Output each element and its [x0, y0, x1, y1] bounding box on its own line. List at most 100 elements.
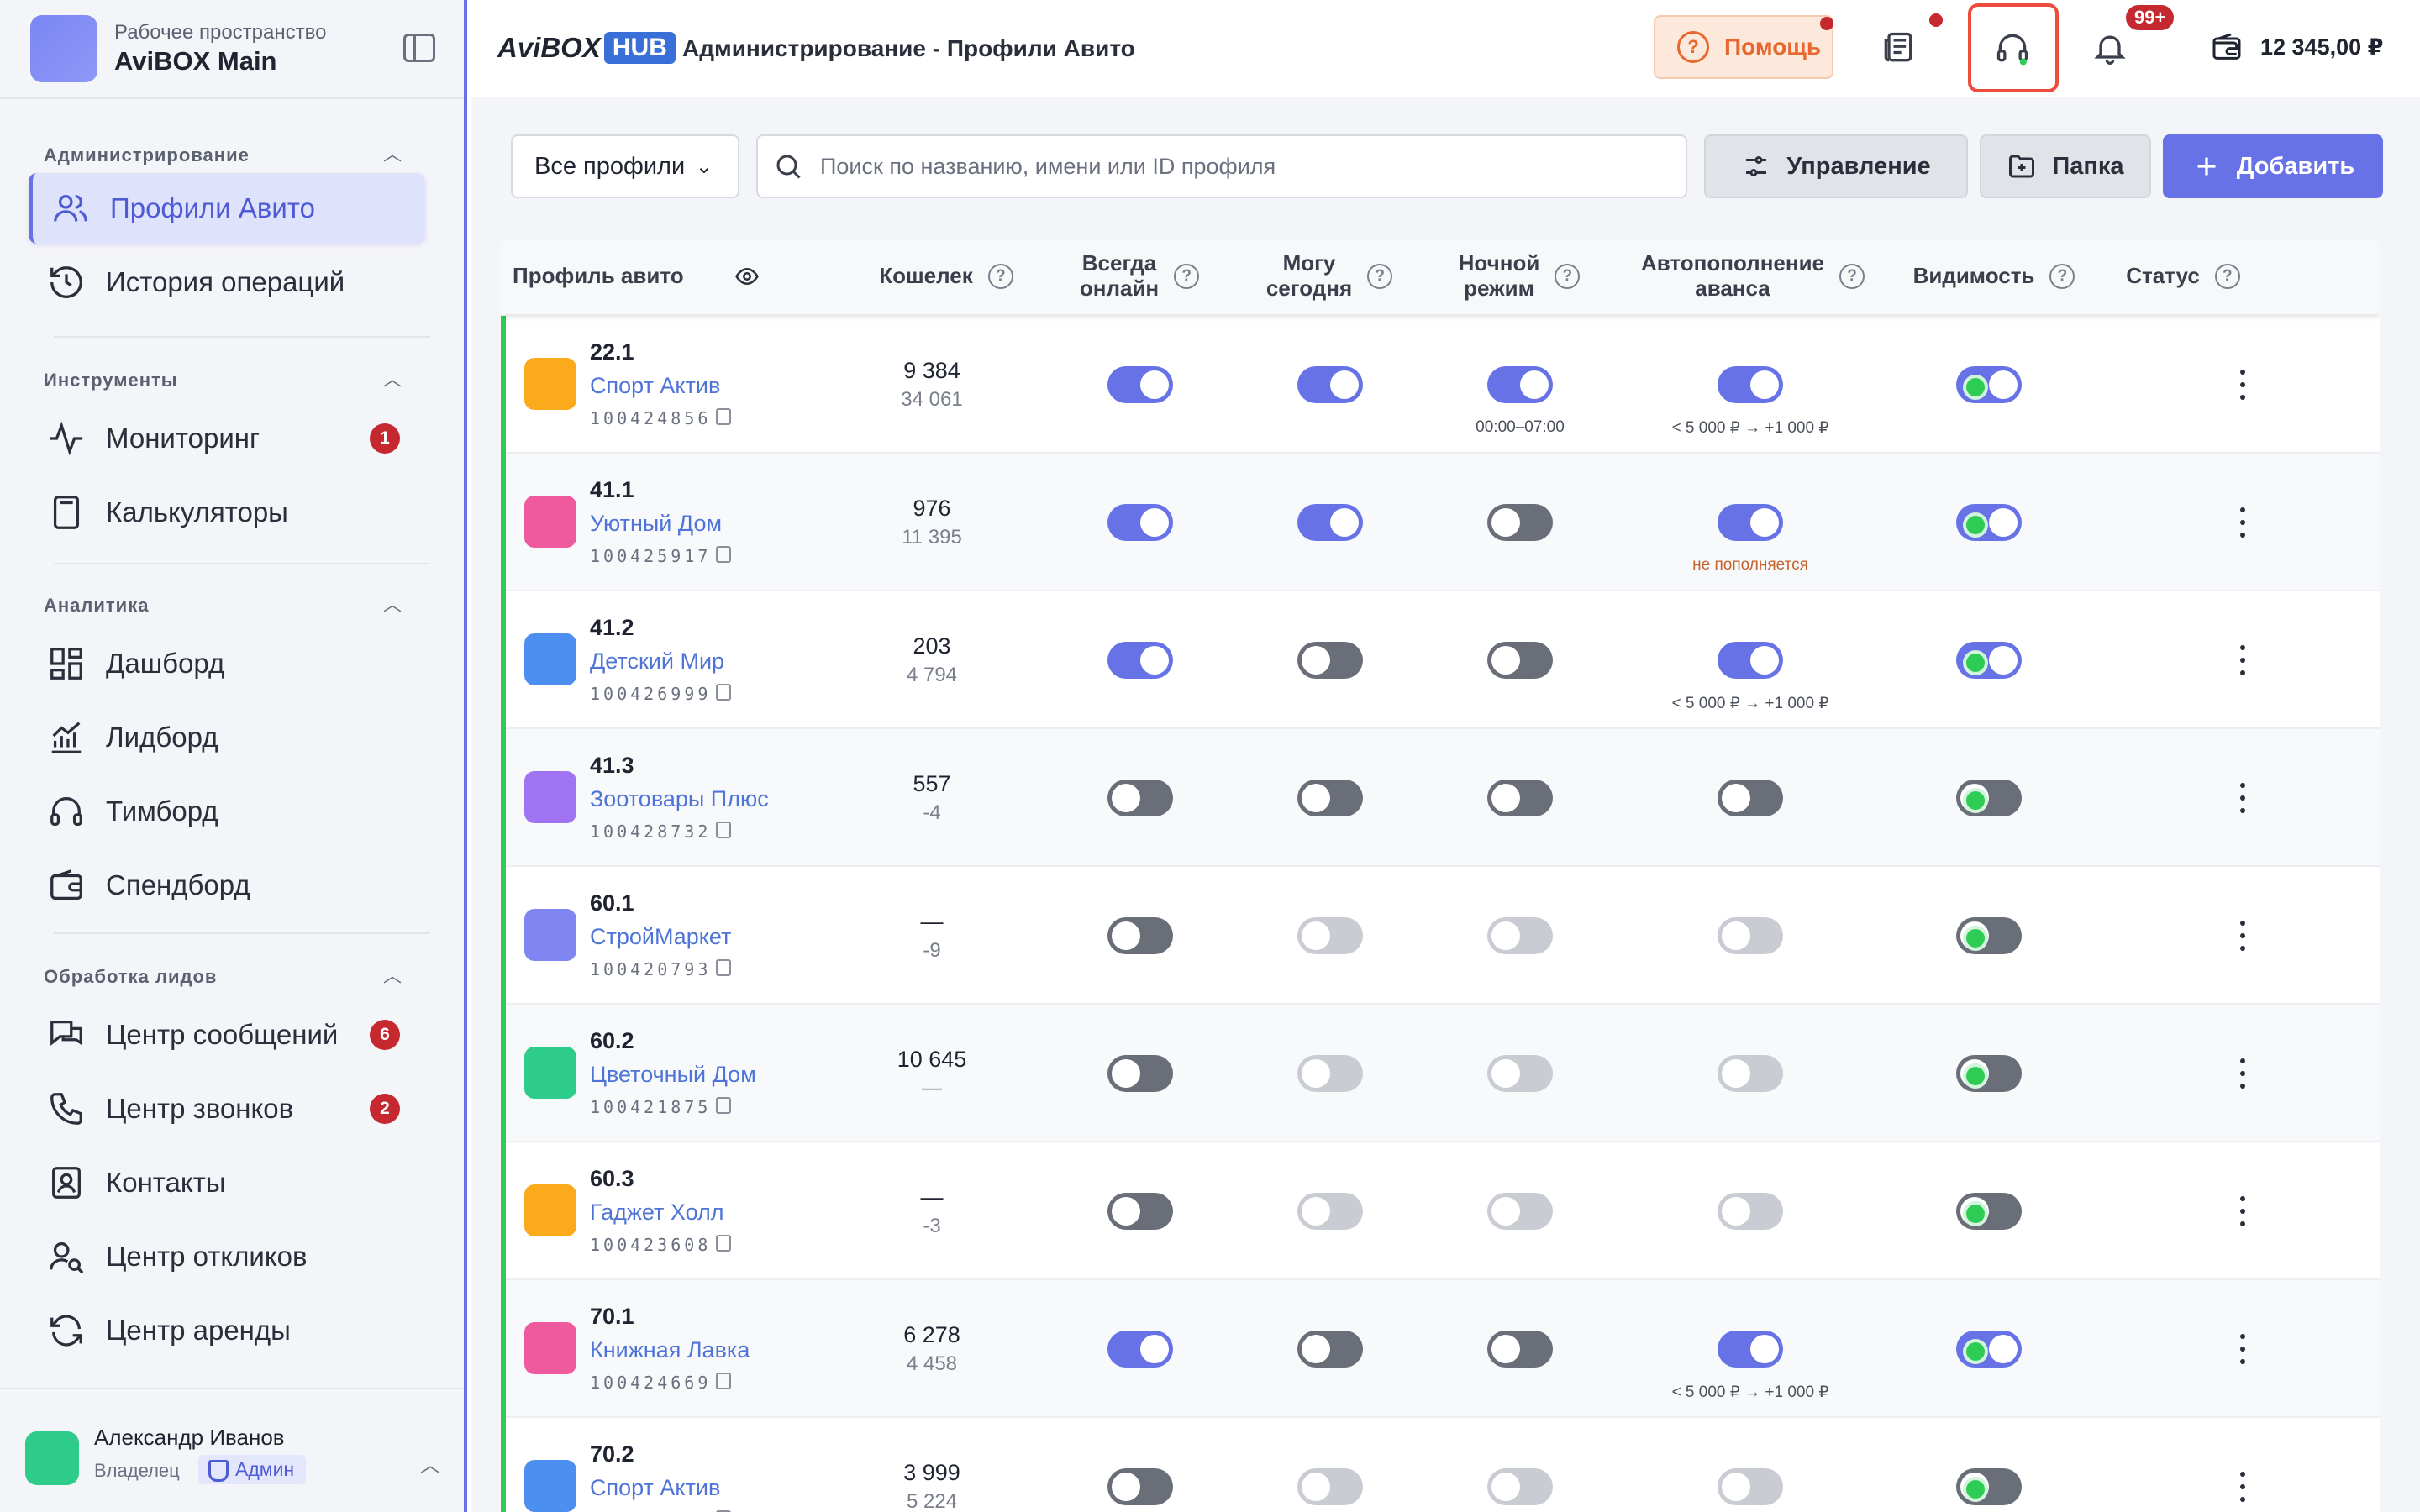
- balance[interactable]: 12 345,00 ₽: [2210, 30, 2383, 64]
- sidebar-item[interactable]: Центр аренды: [29, 1295, 425, 1366]
- more-vertical-icon[interactable]: [2240, 370, 2247, 400]
- toggle-night[interactable]: [1487, 917, 1553, 954]
- copy-icon[interactable]: [716, 1097, 731, 1114]
- table-row[interactable]: 41.3 Зоотовары Плюс 100428732 557 -4: [501, 729, 2380, 867]
- sidebar-item[interactable]: История операций: [29, 247, 425, 318]
- chevron-up-icon[interactable]: ︿: [383, 139, 402, 165]
- profile-name-link[interactable]: Спорт Актив: [590, 1475, 720, 1501]
- toggle-autofill[interactable]: [1718, 1331, 1783, 1368]
- sidebar-item[interactable]: Мониторинг 1: [29, 403, 425, 474]
- toggle-night[interactable]: [1487, 642, 1553, 679]
- table-row[interactable]: 60.3 Гаджет Холл 100423608 — -3: [501, 1142, 2380, 1280]
- workspace-switcher[interactable]: Рабочее пространство AviBOX Main: [30, 15, 326, 82]
- folder-button[interactable]: Папка: [1980, 134, 2151, 198]
- profile-name-link[interactable]: Зоотовары Плюс: [590, 786, 769, 812]
- more-vertical-icon[interactable]: [2240, 1334, 2247, 1364]
- table-row[interactable]: 22.1 Спорт Актив 100424856 9 384 34 061 …: [501, 316, 2380, 454]
- toggle-online[interactable]: [1107, 917, 1173, 954]
- manage-button[interactable]: Управление: [1704, 134, 1968, 198]
- toggle-online[interactable]: [1107, 1193, 1173, 1230]
- chevron-up-icon[interactable]: ︿: [383, 961, 402, 986]
- toggle-autofill[interactable]: [1718, 1193, 1783, 1230]
- copy-icon[interactable]: [716, 1235, 731, 1252]
- toggle-night[interactable]: [1487, 366, 1553, 403]
- more-vertical-icon[interactable]: [2240, 1472, 2247, 1502]
- toggle-today[interactable]: [1297, 366, 1363, 403]
- profiles-filter-select[interactable]: Все профили ⌄: [511, 134, 739, 198]
- more-vertical-icon[interactable]: [2240, 645, 2247, 675]
- sidebar-item[interactable]: Центр откликов: [29, 1221, 425, 1292]
- add-button[interactable]: Добавить: [2163, 134, 2383, 198]
- chevron-up-icon[interactable]: ︿: [383, 365, 402, 390]
- toggle-online[interactable]: [1107, 1055, 1173, 1092]
- help-circle-icon[interactable]: ?: [1174, 264, 1200, 289]
- toggle-today[interactable]: [1297, 642, 1363, 679]
- toggle-night[interactable]: [1487, 1055, 1553, 1092]
- toggle-night[interactable]: [1487, 1331, 1553, 1368]
- toggle-autofill[interactable]: [1718, 642, 1783, 679]
- toggle-autofill[interactable]: [1718, 504, 1783, 541]
- profile-name-link[interactable]: Детский Мир: [590, 648, 724, 675]
- copy-icon[interactable]: [716, 822, 731, 838]
- more-vertical-icon[interactable]: [2240, 921, 2247, 951]
- sidebar-item[interactable]: Лидборд: [29, 702, 425, 773]
- profile-name-link[interactable]: Уютный Дом: [590, 511, 722, 537]
- help-button[interactable]: ? Помощь: [1654, 15, 1833, 79]
- brand-logo[interactable]: AviBOX HUB: [497, 32, 676, 64]
- toggle-today[interactable]: [1297, 504, 1363, 541]
- copy-icon[interactable]: [716, 1373, 731, 1389]
- sidebar-item[interactable]: Профили Авито: [29, 173, 425, 244]
- table-row[interactable]: 60.2 Цветочный Дом 100421875 10 645 —: [501, 1005, 2380, 1142]
- table-row[interactable]: 70.1 Книжная Лавка 100424669 6 278 4 458…: [501, 1280, 2380, 1418]
- toggle-today[interactable]: [1297, 917, 1363, 954]
- help-circle-icon[interactable]: ?: [1367, 264, 1393, 289]
- table-row[interactable]: 60.1 СтройМаркет 100420793 — -9: [501, 867, 2380, 1005]
- toggle-today[interactable]: [1297, 1193, 1363, 1230]
- bell-icon[interactable]: [2087, 25, 2133, 71]
- toggle-autofill[interactable]: [1718, 917, 1783, 954]
- toggle-online[interactable]: [1107, 1331, 1173, 1368]
- help-circle-icon[interactable]: ?: [2214, 264, 2240, 289]
- sidebar-item[interactable]: Калькуляторы: [29, 477, 425, 548]
- toggle-night[interactable]: [1487, 504, 1553, 541]
- copy-icon[interactable]: [716, 546, 731, 563]
- chevron-up-icon[interactable]: ︿: [420, 1448, 440, 1478]
- toggle-night[interactable]: [1487, 780, 1553, 816]
- copy-icon[interactable]: [716, 959, 731, 976]
- sidebar-collapse-icon[interactable]: [403, 34, 435, 62]
- toggle-autofill[interactable]: [1718, 1055, 1783, 1092]
- toggle-online[interactable]: [1107, 1468, 1173, 1505]
- profile-name-link[interactable]: СтройМаркет: [590, 924, 731, 950]
- more-vertical-icon[interactable]: [2240, 1058, 2247, 1089]
- profile-name-link[interactable]: Книжная Лавка: [590, 1337, 750, 1363]
- news-icon[interactable]: [1876, 25, 1921, 71]
- table-row[interactable]: 41.2 Детский Мир 100426999 203 4 794 < 5…: [501, 591, 2380, 729]
- toggle-online[interactable]: [1107, 642, 1173, 679]
- toggle-autofill[interactable]: [1718, 780, 1783, 816]
- search-input[interactable]: [820, 153, 1660, 180]
- toggle-today[interactable]: [1297, 780, 1363, 816]
- toggle-today[interactable]: [1297, 1331, 1363, 1368]
- sidebar-item[interactable]: Центр звонков 2: [29, 1074, 425, 1144]
- more-vertical-icon[interactable]: [2240, 1196, 2247, 1226]
- toggle-autofill[interactable]: [1718, 1468, 1783, 1505]
- toggle-today[interactable]: [1297, 1055, 1363, 1092]
- sidebar-item[interactable]: Дашборд: [29, 628, 425, 699]
- search-box[interactable]: [756, 134, 1687, 198]
- profile-name-link[interactable]: Спорт Актив: [590, 373, 720, 399]
- toggle-online[interactable]: [1107, 780, 1173, 816]
- toggle-autofill[interactable]: [1718, 366, 1783, 403]
- profile-name-link[interactable]: Цветочный Дом: [590, 1062, 756, 1088]
- sidebar-item[interactable]: Тимборд: [29, 776, 425, 847]
- more-vertical-icon[interactable]: [2240, 507, 2247, 538]
- copy-icon[interactable]: [716, 684, 731, 701]
- sidebar-item[interactable]: Центр сообщений 6: [29, 1000, 425, 1070]
- help-circle-icon[interactable]: ?: [1555, 264, 1581, 289]
- eye-icon[interactable]: [734, 264, 760, 289]
- toggle-online[interactable]: [1107, 504, 1173, 541]
- user-panel[interactable]: Александр Иванов Владелец Админ ︿: [0, 1388, 464, 1512]
- sidebar-item[interactable]: Спендборд: [29, 850, 425, 921]
- toggle-online[interactable]: [1107, 366, 1173, 403]
- chevron-up-icon[interactable]: ︿: [383, 590, 402, 615]
- table-row[interactable]: 41.1 Уютный Дом 100425917 976 11 395 не …: [501, 454, 2380, 591]
